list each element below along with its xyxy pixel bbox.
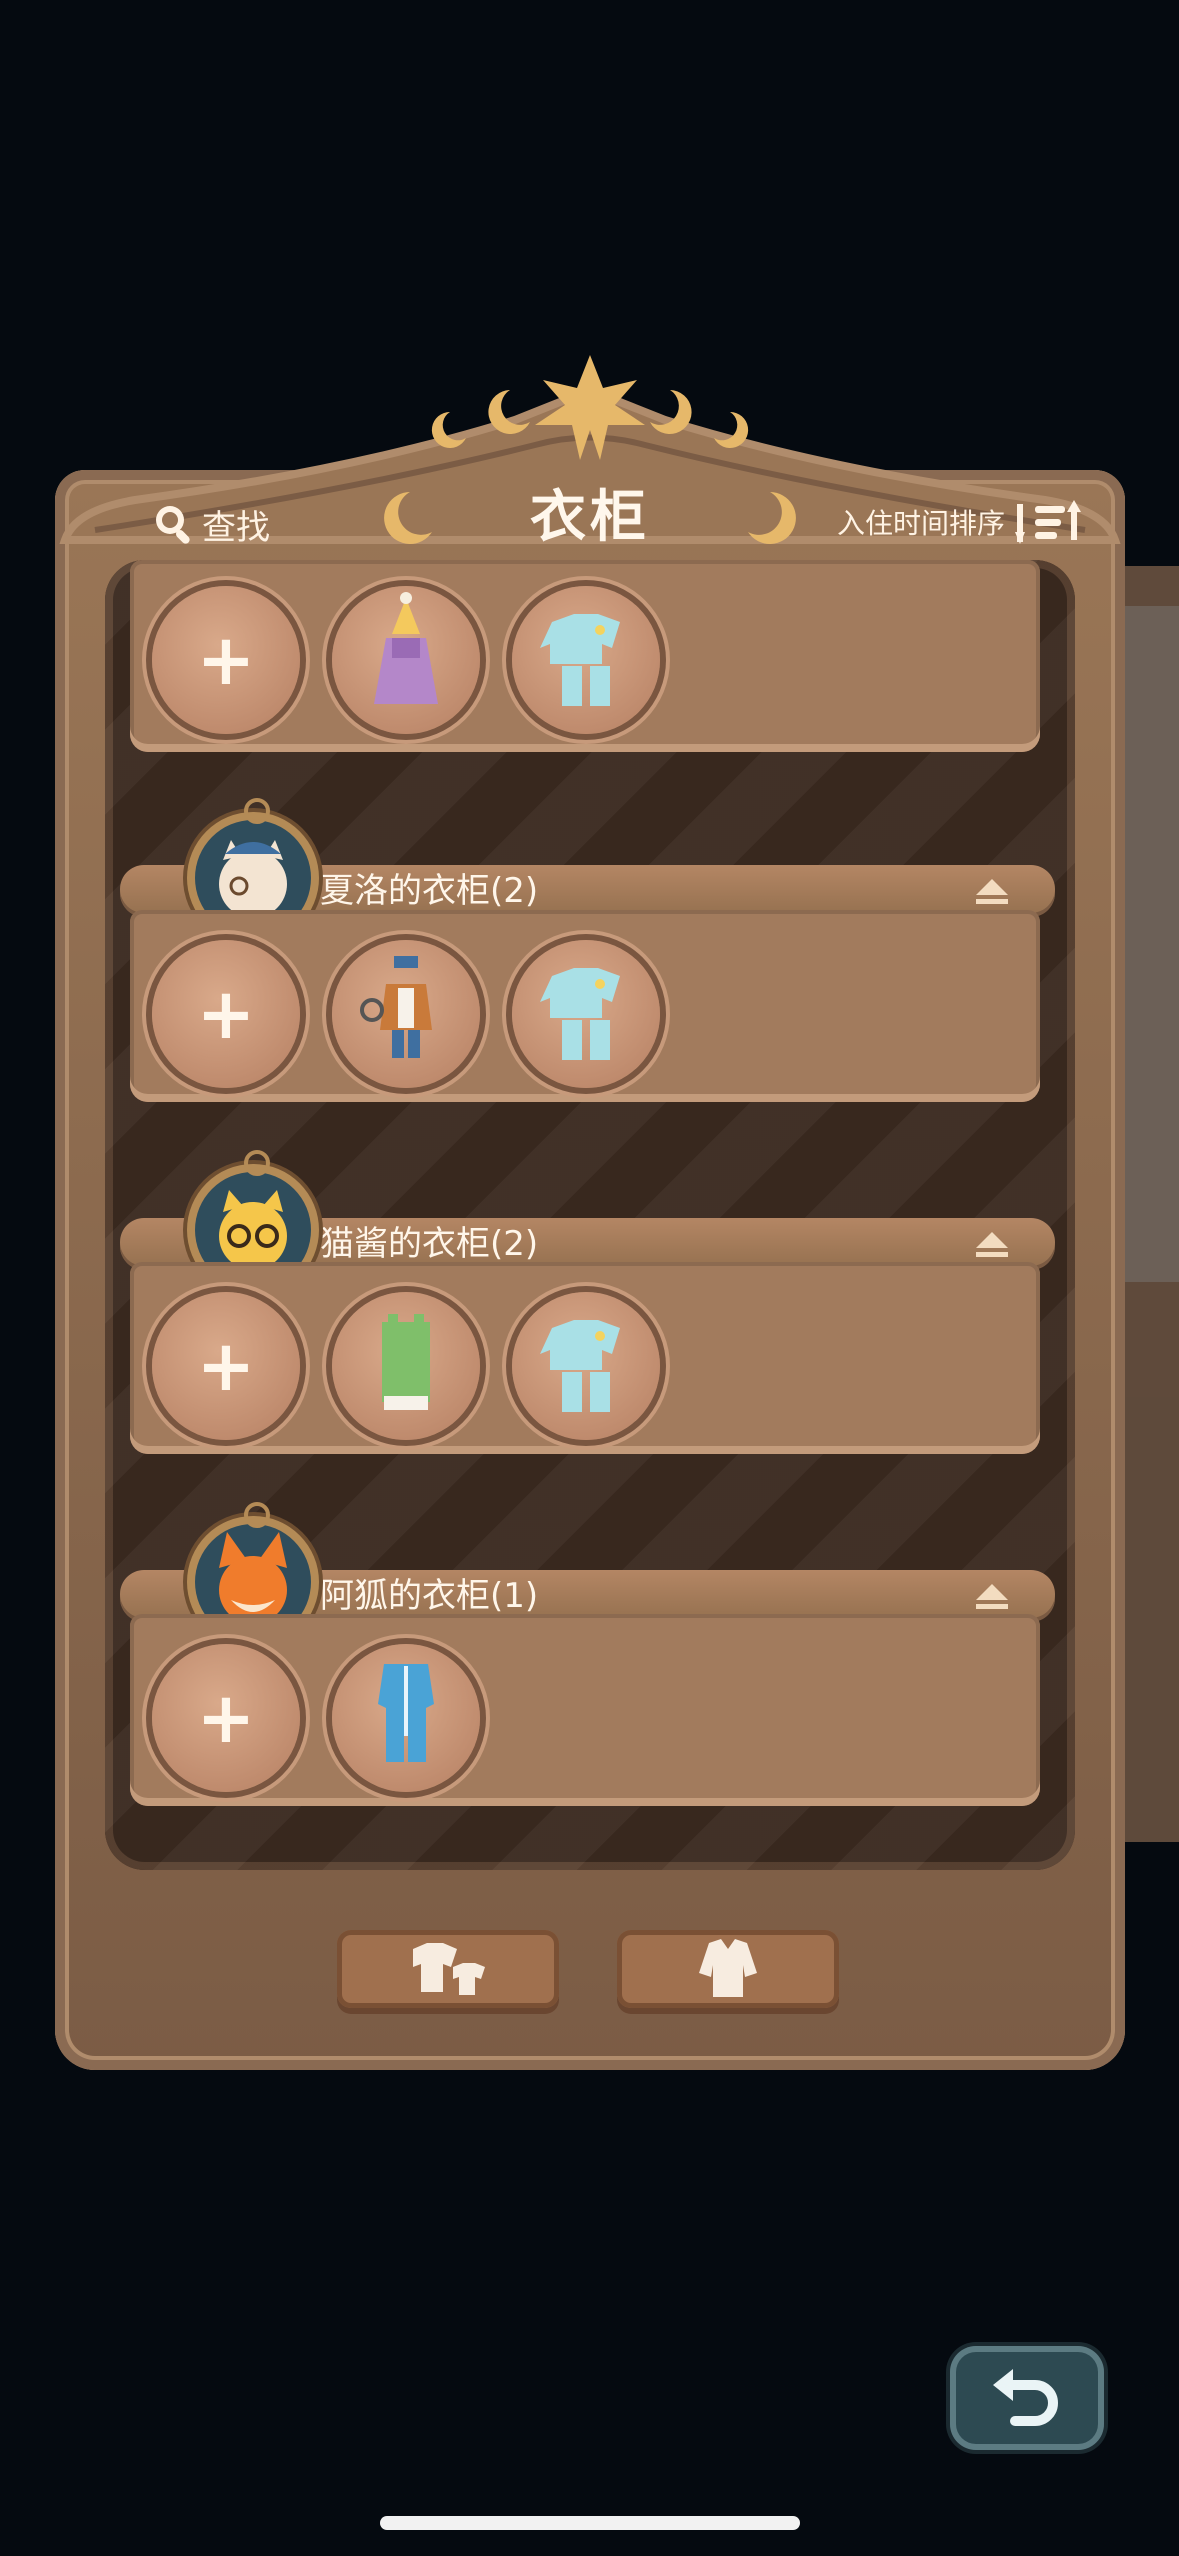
party-dress-slot[interactable] [332, 586, 480, 734]
green-overalls-icon [382, 1314, 430, 1410]
back-button[interactable] [950, 2346, 1104, 2450]
pajamas-slot[interactable] [512, 1292, 660, 1440]
home-indicator[interactable] [380, 2516, 800, 2530]
add-outfit-button[interactable]: + [152, 586, 300, 734]
sort-icon [1015, 500, 1081, 544]
wardrobe-shelf: + [130, 1614, 1040, 1806]
sort-label: 入住时间排序 [836, 507, 1005, 540]
collapse-icon[interactable] [974, 877, 1010, 905]
pajamas-slot[interactable] [512, 940, 660, 1088]
blue-jumpsuit-icon [378, 1664, 434, 1762]
detective-outfit-icon [360, 956, 432, 1058]
collapse-icon[interactable] [974, 1230, 1010, 1258]
pajamas-slot[interactable] [512, 586, 660, 734]
coat-icon [699, 1939, 757, 1997]
party-dress-icon [374, 592, 438, 704]
wardrobe-list[interactable]: + 夏洛的衣柜(2) + 猫酱的衣柜(2) + 阿狐的衣柜(1) + [105, 560, 1075, 1870]
wardrobe-shelf: + [130, 910, 1040, 1102]
blue-jumpsuit-slot[interactable] [332, 1644, 480, 1792]
collapse-icon[interactable] [974, 1582, 1010, 1610]
shelf-title: 夏洛的衣柜(2) [320, 871, 539, 911]
pajamas-icon [540, 614, 620, 706]
wardrobe-shelf: + [130, 1262, 1040, 1454]
shelf-title: 猫酱的衣柜(2) [320, 1224, 539, 1264]
pajamas-icon [540, 968, 620, 1060]
outfits-icon [413, 1943, 485, 1995]
return-arrow-icon [993, 2369, 1058, 2426]
wardrobe-window: 查找 衣柜 入住时间排序 + 夏洛的衣柜(2) + 猫酱的衣柜(2) + 阿狐的… [55, 350, 1125, 2080]
detective-outfit-slot[interactable] [332, 940, 480, 1088]
add-outfit-button[interactable]: + [152, 940, 300, 1088]
pajamas-icon [540, 1320, 620, 1412]
coat-button[interactable] [617, 1930, 839, 2008]
wardrobe-shelf: + [130, 560, 1040, 752]
sort-button[interactable]: 入住时间排序 [837, 498, 1085, 546]
outfits-button[interactable] [337, 1930, 559, 2008]
shelf-title: 阿狐的衣柜(1) [320, 1576, 539, 1616]
green-overalls-slot[interactable] [332, 1292, 480, 1440]
add-outfit-button[interactable]: + [152, 1644, 300, 1792]
add-outfit-button[interactable]: + [152, 1292, 300, 1440]
